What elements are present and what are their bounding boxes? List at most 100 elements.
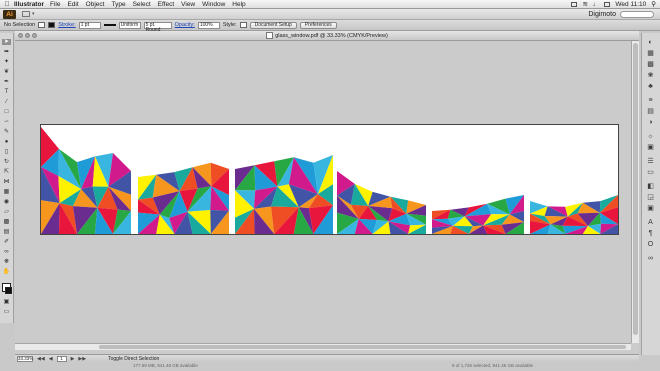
menu-object[interactable]: Object <box>86 1 105 8</box>
zoom-level-field[interactable]: 33.33% <box>17 355 33 362</box>
workspace-user-label[interactable]: Digimoto <box>588 11 616 18</box>
lasso-icon[interactable]: ❦ <box>2 69 11 75</box>
illustrator-logo: Ai <box>3 9 16 19</box>
align-panel-icon[interactable]: ◧ <box>646 183 655 190</box>
opacity-link[interactable]: Opacity: <box>175 22 195 28</box>
menu-file[interactable]: File <box>50 1 60 8</box>
stroke-weight-field[interactable]: 1 pt <box>78 21 101 29</box>
graphic-styles-icon[interactable]: ▣ <box>646 144 655 151</box>
symbol-sprayer-icon[interactable]: ❋ <box>2 259 11 265</box>
scale-tool-icon[interactable]: ⇱ <box>2 169 11 175</box>
rotate-tool-icon[interactable]: ↻ <box>2 159 11 165</box>
paintbrush-icon[interactable]: ∽ <box>2 119 11 125</box>
menu-select[interactable]: Select <box>133 1 151 8</box>
previous-artboard-icon[interactable]: ◀ <box>49 356 53 362</box>
menu-type[interactable]: Type <box>111 1 125 8</box>
stroke-panel-link[interactable]: Stroke: <box>58 22 75 28</box>
arrange-documents-icon[interactable]: ▾ <box>32 11 35 17</box>
pathfinder-panel-icon[interactable]: ▣ <box>646 205 655 212</box>
menu-view[interactable]: View <box>181 1 195 8</box>
eraser-icon[interactable]: ▯ <box>2 149 11 155</box>
spotlight-icon[interactable]: ⚲ <box>651 0 656 8</box>
blob-brush-icon[interactable]: ● <box>2 139 11 145</box>
fill-color-swatch[interactable] <box>38 22 46 28</box>
creative-cloud-icon[interactable] <box>571 1 578 7</box>
gradient-panel-icon[interactable]: ▤ <box>646 108 655 115</box>
paragraph-panel-icon[interactable]: ¶ <box>646 230 655 237</box>
search-help-input[interactable] <box>620 10 654 18</box>
volume-icon[interactable]: ♩ <box>593 1 600 8</box>
brush-definition-select[interactable]: 5 pt. Round <box>143 21 172 32</box>
line-tool-icon[interactable]: ∕ <box>2 99 11 105</box>
horizontal-scrollbar[interactable] <box>15 343 631 350</box>
rectangle-tool-icon[interactable]: □ <box>2 109 11 115</box>
tools-panel: ➤ ➥ ✦ ❦ ✒ T ∕ □ ∽ ✎ ● ▯ ↻ ⇱ ⋈ ▦ ◉ ▱ ▩ ▤ … <box>0 33 14 323</box>
horizontal-scroll-thumb[interactable] <box>99 345 626 349</box>
shape-builder-icon[interactable]: ◉ <box>2 199 11 205</box>
artboard-number-field[interactable]: 1 <box>56 355 67 362</box>
document-tab[interactable]: glass_window.pdf @ 33.33% (CMYK/Preview) <box>15 31 639 41</box>
pen-tool-icon[interactable]: ✒ <box>2 79 11 85</box>
width-profile-select[interactable]: Uniform <box>118 21 141 29</box>
document-setup-button[interactable]: Document Setup <box>249 21 297 29</box>
vertical-scrollbar[interactable] <box>631 41 639 343</box>
perspective-grid-icon[interactable]: ▱ <box>2 209 11 215</box>
wifi-icon[interactable]: ≋ <box>582 0 587 8</box>
magic-wand-icon[interactable]: ✦ <box>2 59 11 65</box>
status-tool-hint[interactable]: Toggle Direct Selection <box>108 356 159 362</box>
next-artboard-icon[interactable]: ▶ <box>71 356 75 362</box>
stroke-swatch-icon[interactable] <box>5 287 12 294</box>
color-guide-icon[interactable]: ▦ <box>646 50 655 57</box>
layers-panel-icon[interactable]: ☰ <box>646 158 655 165</box>
screen-mode-icon[interactable]: ▭ <box>2 309 11 315</box>
width-tool-icon[interactable]: ⋈ <box>2 179 11 185</box>
stroke-color-swatch[interactable] <box>48 22 56 28</box>
transform-panel-icon[interactable]: ◲ <box>646 194 655 201</box>
status-bar: 33.33% ◀◀ ◀ 1 ▶ ▶▶ Toggle Direct Selecti… <box>15 354 639 362</box>
free-transform-icon[interactable]: ▦ <box>2 189 11 195</box>
blend-tool-icon[interactable]: ∞ <box>2 249 11 255</box>
vertical-scroll-thumb[interactable] <box>633 43 638 335</box>
transparency-panel-icon[interactable]: ◑ <box>646 119 655 126</box>
brushes-panel-icon[interactable]: ❀ <box>646 72 655 79</box>
opacity-field[interactable]: 100% <box>197 21 220 29</box>
eyedropper-icon[interactable]: ✐ <box>2 239 11 245</box>
style-label: Style: <box>222 22 237 28</box>
drawing-mode-icon[interactable]: ▣ <box>2 299 11 305</box>
type-tool-icon[interactable]: T <box>2 89 11 95</box>
pencil-icon[interactable]: ✎ <box>2 129 11 135</box>
clock-label[interactable]: Wed 11:10 <box>615 1 646 8</box>
menu-app-name[interactable]: Illustrator <box>14 1 44 8</box>
menu-window[interactable]: Window <box>202 1 225 8</box>
symbols-panel-icon[interactable]: ♣ <box>646 83 655 90</box>
artboards-panel-icon[interactable]: ▭ <box>646 169 655 176</box>
minimize-window-icon[interactable] <box>25 33 30 38</box>
apple-menu-icon[interactable]:  <box>0 1 14 8</box>
menu-edit[interactable]: Edit <box>67 1 78 8</box>
swatches-panel-icon[interactable]: ▩ <box>646 61 655 68</box>
menu-effect[interactable]: Effect <box>158 1 175 8</box>
close-window-icon[interactable] <box>18 33 23 38</box>
preferences-button[interactable]: Preferences <box>299 21 337 29</box>
direct-selection-icon[interactable]: ➥ <box>2 49 11 55</box>
artboard[interactable] <box>40 124 619 235</box>
opentype-panel-icon[interactable]: O <box>646 241 655 248</box>
document-title: glass_window.pdf @ 33.33% (CMYK/Preview) <box>275 33 388 39</box>
color-panel-icon[interactable]: ◐ <box>646 39 655 46</box>
last-artboard-icon[interactable]: ▶▶ <box>78 356 86 362</box>
bridge-icon[interactable] <box>22 11 30 17</box>
first-artboard-icon[interactable]: ◀◀ <box>37 356 45 362</box>
battery-icon[interactable] <box>604 1 611 7</box>
hand-tool-icon[interactable]: ✋ <box>2 269 11 275</box>
stroke-panel-icon[interactable]: ≡ <box>646 97 655 104</box>
gradient-tool-icon[interactable]: ▤ <box>2 229 11 235</box>
menu-help[interactable]: Help <box>232 1 245 8</box>
character-panel-icon[interactable]: A <box>646 219 655 226</box>
glass-window-artwork[interactable] <box>41 125 618 234</box>
appearance-panel-icon[interactable]: ☼ <box>646 133 655 140</box>
zoom-window-icon[interactable] <box>32 33 37 38</box>
graphic-style-swatch[interactable] <box>239 22 247 28</box>
links-panel-icon[interactable]: ∞ <box>646 255 655 262</box>
mesh-tool-icon[interactable]: ▩ <box>2 219 11 225</box>
selection-arrow-icon[interactable]: ➤ <box>2 39 11 45</box>
